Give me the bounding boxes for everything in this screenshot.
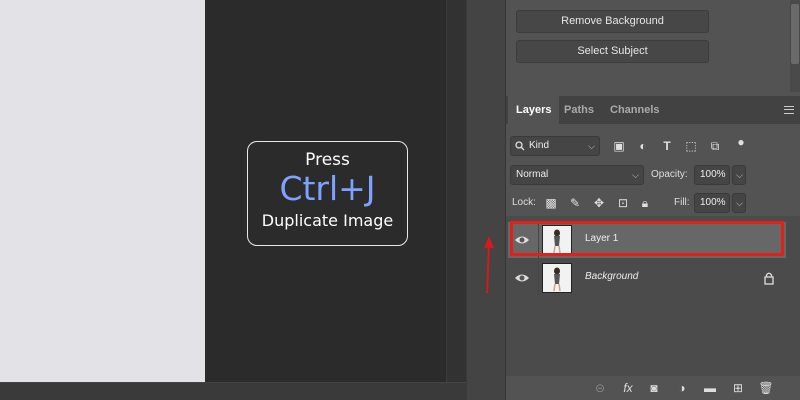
chevron-down-icon: ⌵ — [588, 141, 595, 151]
selected-layer-highlight — [510, 221, 784, 256]
eye-icon[interactable] — [514, 270, 530, 286]
filter-type-icon[interactable]: T — [660, 139, 674, 153]
filter-adjustment-icon[interactable]: ◐ — [636, 139, 650, 153]
properties-scrollbar-thumb[interactable] — [791, 4, 799, 64]
person-thumbnail-icon — [553, 267, 561, 292]
lock-row: Lock: ▩ ✎ ✥ ⊡ 🔒︎ Fill: 100% ⌵ — [506, 193, 800, 213]
add-mask-icon[interactable]: ◙ — [646, 380, 662, 396]
panel-menu-icon[interactable] — [784, 106, 794, 114]
layer-row-background[interactable]: Background — [508, 260, 786, 296]
right-panel: Remove Background Select Subject Layers … — [506, 0, 800, 400]
remove-background-button[interactable]: Remove Background — [516, 10, 709, 33]
layer-separator — [538, 260, 539, 296]
layer-name: Background — [585, 271, 639, 282]
fill-label: Fill: — [674, 197, 690, 208]
fill-input[interactable]: 100% — [694, 193, 730, 213]
lock-label: Lock: — [512, 197, 536, 208]
opacity-dropdown[interactable]: ⌵ — [732, 165, 746, 185]
lock-all-icon[interactable]: 🔒︎ — [638, 196, 652, 210]
properties-scrollbar[interactable] — [790, 0, 800, 92]
link-layers-icon[interactable]: ⊝ — [592, 380, 608, 396]
layers-bottom-toolbar: ⊝ fx ◙ ◑ ▬ ⊞ 🗑︎ — [506, 376, 800, 400]
tab-paths[interactable]: Paths — [556, 96, 602, 124]
filter-toggle-icon[interactable]: ● — [734, 135, 748, 149]
lock-icon — [764, 272, 774, 285]
shortcut-tip-box: Press Ctrl+J Duplicate Image — [247, 141, 408, 246]
tab-channels[interactable]: Channels — [602, 96, 668, 124]
select-subject-button[interactable]: Select Subject — [516, 40, 709, 63]
lock-image-icon[interactable]: ✎ — [568, 196, 582, 210]
filter-kind-select[interactable]: Kind ⌵ — [510, 136, 600, 156]
opacity-label: Opacity: — [651, 169, 688, 180]
adjustment-layer-icon[interactable]: ◑ — [674, 380, 690, 396]
blend-row: Normal ⌵ Opacity: 100% ⌵ — [506, 165, 800, 185]
fx-icon[interactable]: fx — [620, 380, 636, 396]
lock-position-icon[interactable]: ✥ — [592, 196, 606, 210]
filter-pixel-icon[interactable]: ▣ — [612, 139, 626, 153]
blend-mode-select[interactable]: Normal ⌵ — [510, 165, 644, 185]
panel-tabs: Layers Paths Channels — [506, 96, 800, 124]
layer-thumbnail — [542, 263, 572, 293]
opacity-input[interactable]: 100% — [694, 165, 730, 185]
tip-action-text: Duplicate Image — [261, 211, 394, 230]
tip-press-text: Press — [305, 150, 350, 170]
layer-filter-row: Kind ⌵ ▣ ◐ T ⬚ ⧉ ● — [506, 135, 800, 156]
up-arrow-icon — [484, 236, 494, 294]
filter-smart-object-icon[interactable]: ⧉ — [708, 139, 722, 153]
properties-panel: Remove Background Select Subject — [506, 0, 800, 92]
canvas-vertical-scrollbar[interactable] — [446, 0, 466, 382]
filter-shape-icon[interactable]: ⬚ — [684, 139, 698, 153]
tab-layers[interactable]: Layers — [508, 96, 560, 124]
fill-dropdown[interactable]: ⌵ — [732, 193, 746, 213]
chevron-down-icon: ⌵ — [632, 170, 639, 180]
filter-kind-label: Kind — [529, 140, 550, 151]
panel-dock-divider — [466, 0, 506, 400]
chevron-down-icon: ⌵ — [736, 198, 743, 208]
new-group-icon[interactable]: ▬ — [702, 380, 718, 396]
search-icon — [515, 141, 525, 151]
tip-shortcut-keys: Ctrl+J — [279, 169, 376, 208]
delete-layer-icon[interactable]: 🗑︎ — [758, 380, 774, 396]
blend-mode-value: Normal — [516, 169, 549, 180]
document-canvas[interactable] — [0, 0, 205, 382]
canvas-horizontal-scrollbar[interactable] — [0, 382, 466, 400]
lock-artboard-icon[interactable]: ⊡ — [616, 196, 630, 210]
lock-transparency-icon[interactable]: ▩ — [544, 196, 558, 210]
chevron-down-icon: ⌵ — [736, 170, 743, 180]
new-layer-icon[interactable]: ⊞ — [730, 380, 746, 396]
